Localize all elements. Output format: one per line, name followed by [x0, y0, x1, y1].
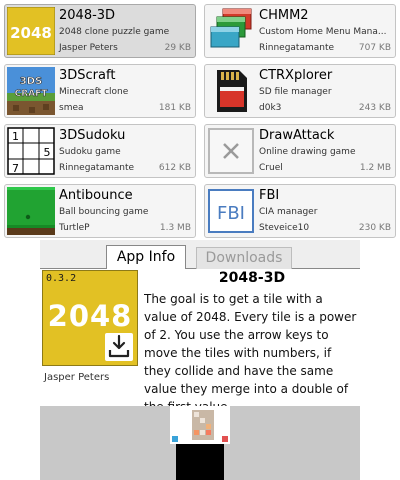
app-author: smea	[59, 103, 84, 113]
app-author: TurtleP	[59, 223, 90, 233]
app-size: 707 KB	[358, 43, 391, 53]
app-size: 230 KB	[358, 223, 391, 233]
app-card-2048-3d[interactable]: 2048 2048-3D 2048 clone puzzle game Jasp…	[4, 4, 196, 58]
sudoku-digit: 5	[44, 146, 51, 159]
svg-text:3DS: 3DS	[20, 76, 42, 87]
app-card-fbi[interactable]: FBI FBI CIA manager Steveice10 230 KB	[204, 184, 396, 238]
app-author: Steveice10	[259, 223, 310, 233]
app-grid: 2048 2048-3D 2048 clone puzzle game Jasp…	[0, 0, 400, 240]
app-size: 1.2 MB	[359, 163, 391, 173]
app-description: 2048 clone puzzle game	[59, 27, 170, 37]
app-description: Online drawing game	[259, 147, 356, 157]
placeholder-x-icon	[207, 127, 255, 175]
app-title: Antibounce	[59, 188, 133, 203]
install-download-icon[interactable]	[105, 333, 133, 361]
app-size: 181 KB	[158, 103, 191, 113]
app-title: 2048-3D	[59, 8, 116, 23]
sd-card-icon	[207, 67, 255, 115]
app-description: CIA manager	[259, 207, 318, 217]
sudoku-digit: 1	[12, 130, 19, 143]
3dscraft-icon: 3DS CRAFT	[7, 67, 55, 115]
app-card-ctrxplorer[interactable]: CTRXplorer SD file manager d0k3 243 KB	[204, 64, 396, 118]
app-author: Rinnegatamante	[259, 43, 335, 53]
app-description: Minecraft clone	[59, 87, 129, 97]
app-description: Ball bouncing game	[59, 207, 149, 217]
app-title: CTRXplorer	[259, 68, 333, 83]
app-title: CHMM2	[259, 8, 309, 23]
app-size: 612 KB	[158, 163, 191, 173]
app-size: 243 KB	[358, 103, 391, 113]
antibounce-icon	[7, 187, 55, 235]
screenshot-preview-bottom	[176, 444, 224, 480]
sudoku-grid-icon: 1 5 7	[7, 127, 55, 175]
app-author: d0k3	[259, 103, 282, 113]
game-board-preview	[170, 406, 230, 444]
fbi-icon: FBI	[207, 187, 255, 235]
chmm2-windows-icon	[207, 7, 255, 55]
app-icon-text: 2048	[47, 299, 133, 333]
info-title: 2048-3D	[218, 270, 286, 286]
icon-text: 2048	[10, 24, 52, 42]
app-card-drawattack[interactable]: DrawAttack Online drawing game Cruel 1.2…	[204, 124, 396, 178]
app-card-3dscraft[interactable]: 3DS CRAFT 3DScraft Minecraft clone smea …	[4, 64, 196, 118]
app-description: SD file manager	[259, 87, 332, 97]
app-title: 3DScraft	[59, 68, 116, 83]
icon-text: FBI	[217, 203, 245, 224]
tab-downloads[interactable]: Downloads	[196, 247, 292, 269]
version-badge: 0.3.2	[46, 273, 77, 284]
app-title: 3DSudoku	[59, 128, 126, 143]
app-title: FBI	[259, 188, 280, 203]
app-author: Rinnegatamante	[59, 163, 135, 173]
app-description: Custom Home Menu Mana...	[259, 27, 387, 37]
tab-app-info[interactable]: App Info	[106, 245, 186, 269]
2048-icon: 2048	[7, 7, 55, 55]
app-card-3dsudoku[interactable]: 1 5 7 3DSudoku Sudoku game Rinnegatamant…	[4, 124, 196, 178]
app-author: Jasper Peters	[59, 43, 118, 53]
app-description: Sudoku game	[59, 147, 121, 157]
screenshot-preview-top[interactable]	[170, 406, 230, 444]
app-size: 29 KB	[164, 43, 191, 53]
app-author: Cruel	[259, 163, 283, 173]
info-description: The goal is to get a tile with a value o…	[144, 292, 357, 406]
app-card-chmm2[interactable]: CHMM2 Custom Home Menu Mana... Rinnegata…	[204, 4, 396, 58]
info-author: Jasper Peters	[44, 372, 110, 383]
app-icon-large: 0.3.2 2048	[42, 270, 138, 366]
sudoku-digit: 7	[12, 162, 19, 175]
svg-text:CRAFT: CRAFT	[15, 89, 49, 99]
app-title: DrawAttack	[259, 128, 335, 143]
app-card-antibounce[interactable]: Antibounce Ball bouncing game TurtleP 1.…	[4, 184, 196, 238]
app-size: 1.3 MB	[159, 223, 191, 233]
